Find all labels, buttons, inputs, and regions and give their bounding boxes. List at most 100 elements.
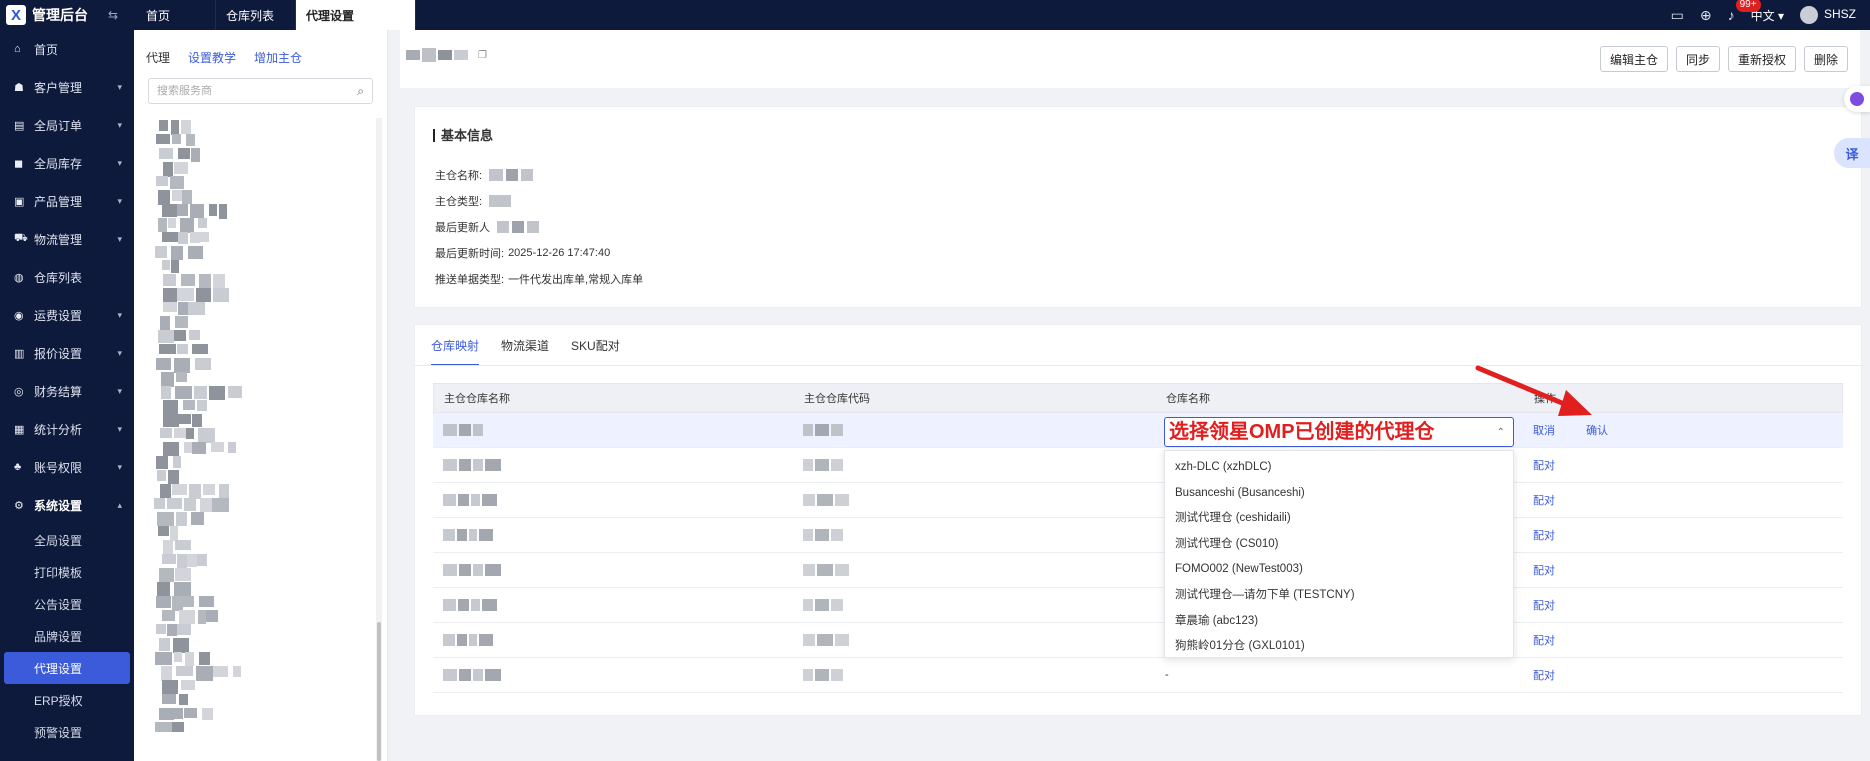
- redacted-tree-node: [158, 190, 170, 205]
- translate-icon[interactable]: 译: [1834, 138, 1870, 168]
- dropdown-option[interactable]: 测试代理仓—请勿下单 (TESTCNY): [1165, 583, 1513, 609]
- sidebar-subitem-erp-auth[interactable]: ERP授权: [0, 684, 134, 716]
- info-last-updater: 最后更新人: [435, 219, 539, 235]
- redacted-tree-node: [180, 218, 194, 233]
- agent-tree-list[interactable]: [148, 114, 378, 754]
- redacted-tree-node: [155, 722, 172, 732]
- redacted-value: [482, 599, 497, 612]
- warehouse-select[interactable]: 选择领星OMP已创建的代理仓 ⌃: [1164, 417, 1514, 447]
- user-menu[interactable]: SHSZ: [1799, 6, 1856, 24]
- sidebar-item-orders[interactable]: ▤ 全局订单 ▾: [0, 106, 134, 144]
- dropdown-option[interactable]: 章晨瑜 (abc123): [1165, 609, 1513, 635]
- dropdown-option[interactable]: xzh-DLC (xzhDLC): [1165, 455, 1513, 481]
- sidebar-item-stats[interactable]: ▦ 统计分析 ▾: [0, 410, 134, 448]
- tab-sku-pairing[interactable]: SKU配对: [571, 337, 620, 366]
- sync-button[interactable]: 同步: [1675, 46, 1720, 72]
- redacted-tree-node: [197, 554, 207, 566]
- pair-link[interactable]: 配对: [1533, 670, 1555, 682]
- copy-icon[interactable]: ❐: [478, 50, 487, 61]
- sidebar-subitem-print-template[interactable]: 打印模板: [0, 556, 134, 588]
- sidebar-item-inventory[interactable]: ◼ 全局库存 ▾: [0, 144, 134, 182]
- redacted-tree-node: [171, 260, 179, 273]
- info-last-update-time: 最后更新时间: 2025-12-26 17:47:40: [435, 245, 610, 261]
- dropdown-option[interactable]: 测试代理仓 (CS010): [1165, 532, 1513, 558]
- sidebar-item-system-settings[interactable]: ⚙ 系统设置 ▴: [0, 486, 134, 524]
- redacted-value: [489, 169, 504, 181]
- download-icon[interactable]: ⊕: [1700, 7, 1712, 24]
- sidebar-subitem-announcement[interactable]: 公告设置: [0, 588, 134, 620]
- cancel-link[interactable]: 取消: [1533, 425, 1555, 437]
- top-bar: X 管理后台 ⇆ 首页 仓库列表 代理设置 ▭ ⊕ ♪ 99+ 中文 ▾ SHSZ: [0, 0, 1870, 30]
- dropdown-option[interactable]: Busanceshi (Busanceshi): [1165, 481, 1513, 507]
- message-icon[interactable]: ▭: [1671, 7, 1684, 24]
- tab-logistics-channel[interactable]: 物流渠道: [501, 337, 549, 366]
- collapse-menu-icon[interactable]: ⇆: [108, 8, 122, 22]
- sidebar-subitem-global-settings[interactable]: 全局设置: [0, 524, 134, 556]
- sidebar-item-home[interactable]: ⌂ 首页: [0, 30, 134, 68]
- sidebar-item-account[interactable]: ♣ 账号权限 ▾: [0, 448, 134, 486]
- sidebar-item-logistics[interactable]: ⛟ 物流管理 ▾: [0, 220, 134, 258]
- tab-warehouse-mapping[interactable]: 仓库映射: [431, 337, 480, 366]
- redacted-tree-node: [183, 400, 195, 410]
- pair-link[interactable]: 配对: [1533, 495, 1555, 507]
- sidebar-item-quote[interactable]: ▥ 报价设置 ▾: [0, 334, 134, 372]
- pair-link[interactable]: 配对: [1533, 565, 1555, 577]
- confirm-link[interactable]: 确认: [1586, 425, 1608, 437]
- sidebar-item-warehouse-list[interactable]: ◍ 仓库列表: [0, 258, 134, 296]
- dropdown-option[interactable]: 测试代理仓 (ceshidaili): [1165, 506, 1513, 532]
- bell-icon[interactable]: ♪ 99+: [1728, 0, 1761, 23]
- sidebar-item-products[interactable]: ▣ 产品管理 ▾: [0, 182, 134, 220]
- redacted-tree-node: [197, 400, 207, 411]
- sidebar-item-finance[interactable]: ◎ 财务结算 ▾: [0, 372, 134, 410]
- redacted-tree-node: [177, 554, 187, 569]
- search-icon[interactable]: ⌕: [357, 84, 364, 99]
- redacted-tree-node: [163, 302, 177, 312]
- redacted-tree-node: [174, 582, 191, 597]
- redacted-value: [443, 634, 455, 647]
- pair-link[interactable]: 配对: [1533, 600, 1555, 612]
- redacted-tree-node: [156, 624, 166, 634]
- assistant-bubble-icon[interactable]: [1844, 86, 1870, 112]
- tab-home[interactable]: 首页: [136, 0, 216, 30]
- sidebar-item-customer[interactable]: ☗ 客户管理 ▾: [0, 68, 134, 106]
- redacted-tree-node: [186, 428, 194, 439]
- redacted-tree-node: [219, 484, 229, 498]
- tree-scrollbar-thumb[interactable]: [377, 622, 381, 761]
- chevron-down-icon: ▾: [117, 461, 122, 472]
- add-main-warehouse-link[interactable]: 增加主仓: [254, 49, 302, 66]
- cell-code: [793, 459, 1155, 472]
- tab-agent-settings[interactable]: 代理设置: [296, 0, 416, 30]
- redacted-tree-node: [206, 610, 218, 622]
- warehouse-icon: ◍: [14, 271, 24, 284]
- tab-label: 首页: [146, 8, 171, 23]
- cell-name: [433, 599, 793, 612]
- pair-link[interactable]: 配对: [1533, 635, 1555, 647]
- delete-button[interactable]: 删除: [1803, 46, 1848, 72]
- redacted-value: [497, 221, 509, 233]
- sidebar-item-freight[interactable]: ◉ 运费设置 ▾: [0, 296, 134, 334]
- dropdown-option[interactable]: 狗熊岭01分仓 (GXL0101): [1165, 634, 1513, 657]
- setup-tutorial-link[interactable]: 设置教学: [188, 49, 236, 66]
- redacted-value: [473, 564, 483, 577]
- assistant-dot: [1850, 92, 1864, 106]
- edit-main-warehouse-button[interactable]: 编辑主仓: [1599, 46, 1668, 72]
- redacted-tree-node: [175, 386, 192, 399]
- basic-info-card: 基本信息 主仓名称: 主仓类型: 最后更新人 最后更新时间: 2025-12-2…: [414, 106, 1862, 308]
- cell-code: [793, 494, 1155, 507]
- sidebar-subitem-brand[interactable]: 品牌设置: [0, 620, 134, 652]
- redacted-value: [521, 169, 534, 181]
- cell-code: [793, 599, 1155, 612]
- redacted-tree-node: [178, 148, 190, 159]
- redacted-tree-node: [168, 470, 179, 484]
- redacted-tree-node: [162, 694, 176, 704]
- tab-warehouse-list[interactable]: 仓库列表: [216, 0, 296, 30]
- redacted-tree-node: [172, 190, 182, 201]
- sidebar-subitem-alert[interactable]: 预警设置: [0, 716, 134, 748]
- reauthorize-button[interactable]: 重新授权: [1727, 46, 1796, 72]
- dropdown-option[interactable]: FOMO002 (NewTest003): [1165, 557, 1513, 583]
- pair-link[interactable]: 配对: [1533, 530, 1555, 542]
- pair-link[interactable]: 配对: [1533, 460, 1555, 472]
- redacted-tree-node: [162, 610, 175, 621]
- sidebar-subitem-agent-settings[interactable]: 代理设置: [4, 652, 130, 684]
- search-input[interactable]: [157, 85, 358, 97]
